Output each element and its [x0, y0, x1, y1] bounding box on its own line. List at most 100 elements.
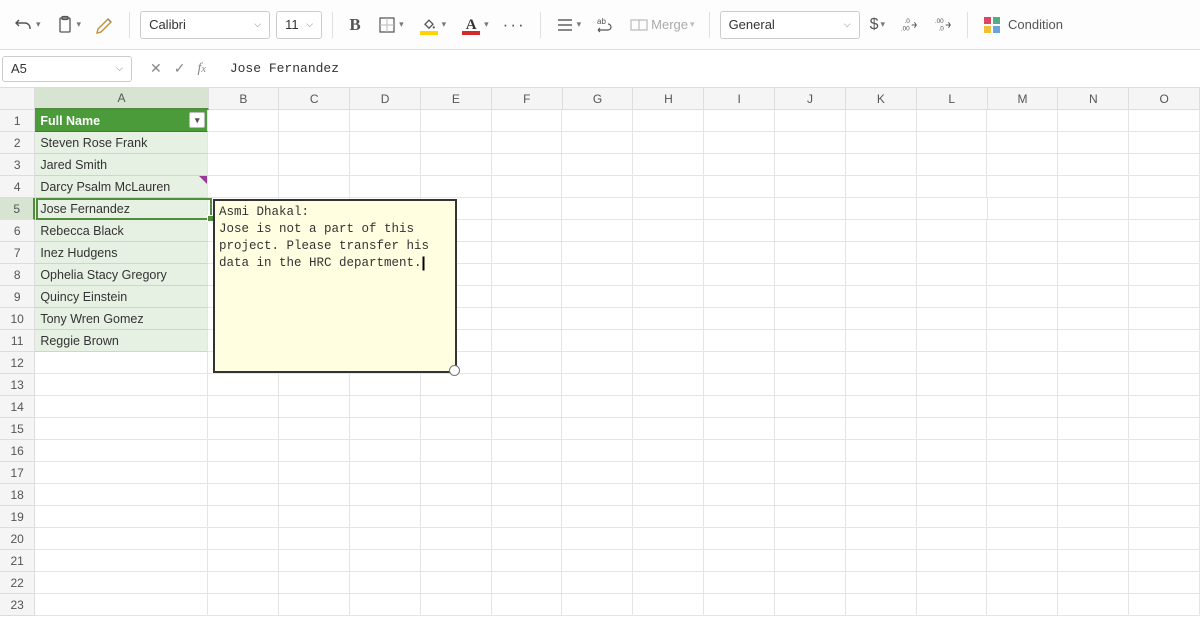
- row-header[interactable]: 20: [0, 528, 35, 550]
- cell[interactable]: [492, 594, 563, 616]
- cell[interactable]: [633, 506, 704, 528]
- cell[interactable]: [633, 484, 704, 506]
- cell[interactable]: [846, 484, 917, 506]
- cell[interactable]: [492, 110, 563, 132]
- cell[interactable]: [917, 572, 988, 594]
- column-header-H[interactable]: H: [633, 88, 704, 110]
- cell[interactable]: [633, 374, 704, 396]
- cell[interactable]: [350, 110, 421, 132]
- cell[interactable]: [846, 198, 917, 220]
- row-header[interactable]: 2: [0, 132, 35, 154]
- table-data-cell[interactable]: Ophelia Stacy Gregory: [35, 264, 208, 286]
- merge-dropdown[interactable]: Merge ▾: [625, 10, 698, 40]
- cell[interactable]: [421, 418, 492, 440]
- cell[interactable]: [421, 176, 492, 198]
- table-data-cell[interactable]: Rebecca Black: [35, 220, 208, 242]
- cell[interactable]: [633, 132, 704, 154]
- cell[interactable]: [421, 462, 492, 484]
- cell[interactable]: [987, 154, 1058, 176]
- cell[interactable]: [987, 330, 1058, 352]
- cell[interactable]: [1129, 154, 1200, 176]
- comment-indicator[interactable]: [199, 176, 207, 184]
- cell[interactable]: [987, 572, 1058, 594]
- cell[interactable]: [846, 154, 917, 176]
- cell[interactable]: [987, 242, 1058, 264]
- row-header[interactable]: 12: [0, 352, 35, 374]
- cell[interactable]: [846, 220, 917, 242]
- cell[interactable]: [633, 396, 704, 418]
- cell[interactable]: [846, 594, 917, 616]
- cell[interactable]: [633, 242, 704, 264]
- cell[interactable]: [492, 176, 563, 198]
- cell[interactable]: [208, 506, 279, 528]
- cell[interactable]: [846, 528, 917, 550]
- cell[interactable]: [633, 308, 704, 330]
- cell[interactable]: [562, 198, 633, 220]
- cell[interactable]: [704, 572, 775, 594]
- cell[interactable]: [917, 396, 988, 418]
- cell[interactable]: [562, 308, 633, 330]
- cell[interactable]: [917, 462, 988, 484]
- cell[interactable]: [775, 330, 846, 352]
- cell[interactable]: [775, 110, 846, 132]
- cell[interactable]: [704, 176, 775, 198]
- cell[interactable]: [775, 462, 846, 484]
- cell[interactable]: [775, 308, 846, 330]
- cell[interactable]: [633, 330, 704, 352]
- cell[interactable]: [846, 264, 917, 286]
- column-header-F[interactable]: F: [492, 88, 563, 110]
- cell[interactable]: [704, 418, 775, 440]
- undo-dropdown[interactable]: ▾: [10, 10, 45, 40]
- row-header[interactable]: 17: [0, 462, 35, 484]
- cell[interactable]: [987, 308, 1058, 330]
- cell[interactable]: [492, 528, 563, 550]
- column-header-L[interactable]: L: [917, 88, 988, 110]
- cell[interactable]: [1058, 154, 1129, 176]
- cell[interactable]: [775, 352, 846, 374]
- cell[interactable]: [562, 418, 633, 440]
- table-data-cell[interactable]: Jared Smith: [35, 154, 208, 176]
- cell[interactable]: [917, 484, 988, 506]
- cell[interactable]: [562, 506, 633, 528]
- table-data-cell[interactable]: Inez Hudgens: [35, 242, 208, 264]
- cell[interactable]: [987, 594, 1058, 616]
- cell[interactable]: [35, 418, 208, 440]
- cell[interactable]: [775, 242, 846, 264]
- cell[interactable]: [562, 352, 633, 374]
- cell[interactable]: [846, 352, 917, 374]
- cell[interactable]: [633, 572, 704, 594]
- cell[interactable]: [987, 352, 1058, 374]
- cell[interactable]: [1058, 176, 1129, 198]
- cell[interactable]: [421, 528, 492, 550]
- formula-value[interactable]: Jose Fernandez: [224, 61, 339, 76]
- cell[interactable]: [917, 550, 988, 572]
- cell[interactable]: [1129, 286, 1200, 308]
- cell[interactable]: [1129, 264, 1200, 286]
- cell[interactable]: [421, 110, 492, 132]
- row-header[interactable]: 22: [0, 572, 35, 594]
- cell[interactable]: [279, 396, 350, 418]
- cell[interactable]: [1129, 440, 1200, 462]
- cell[interactable]: [633, 264, 704, 286]
- cell[interactable]: [775, 506, 846, 528]
- cell[interactable]: [633, 462, 704, 484]
- cell[interactable]: [279, 550, 350, 572]
- cell[interactable]: [846, 572, 917, 594]
- cell[interactable]: [846, 110, 917, 132]
- row-header[interactable]: 16: [0, 440, 35, 462]
- cell[interactable]: [987, 176, 1058, 198]
- row-header[interactable]: 9: [0, 286, 35, 308]
- cell[interactable]: [846, 396, 917, 418]
- cell[interactable]: [846, 418, 917, 440]
- cell[interactable]: [279, 110, 350, 132]
- cell[interactable]: [846, 330, 917, 352]
- cell[interactable]: [492, 264, 563, 286]
- row-header[interactable]: 18: [0, 484, 35, 506]
- cell[interactable]: [917, 440, 988, 462]
- cell[interactable]: [350, 132, 421, 154]
- cell[interactable]: [492, 352, 563, 374]
- table-data-cell[interactable]: Quincy Einstein: [35, 286, 208, 308]
- cell[interactable]: [35, 374, 208, 396]
- cell[interactable]: [775, 286, 846, 308]
- cell[interactable]: [987, 462, 1058, 484]
